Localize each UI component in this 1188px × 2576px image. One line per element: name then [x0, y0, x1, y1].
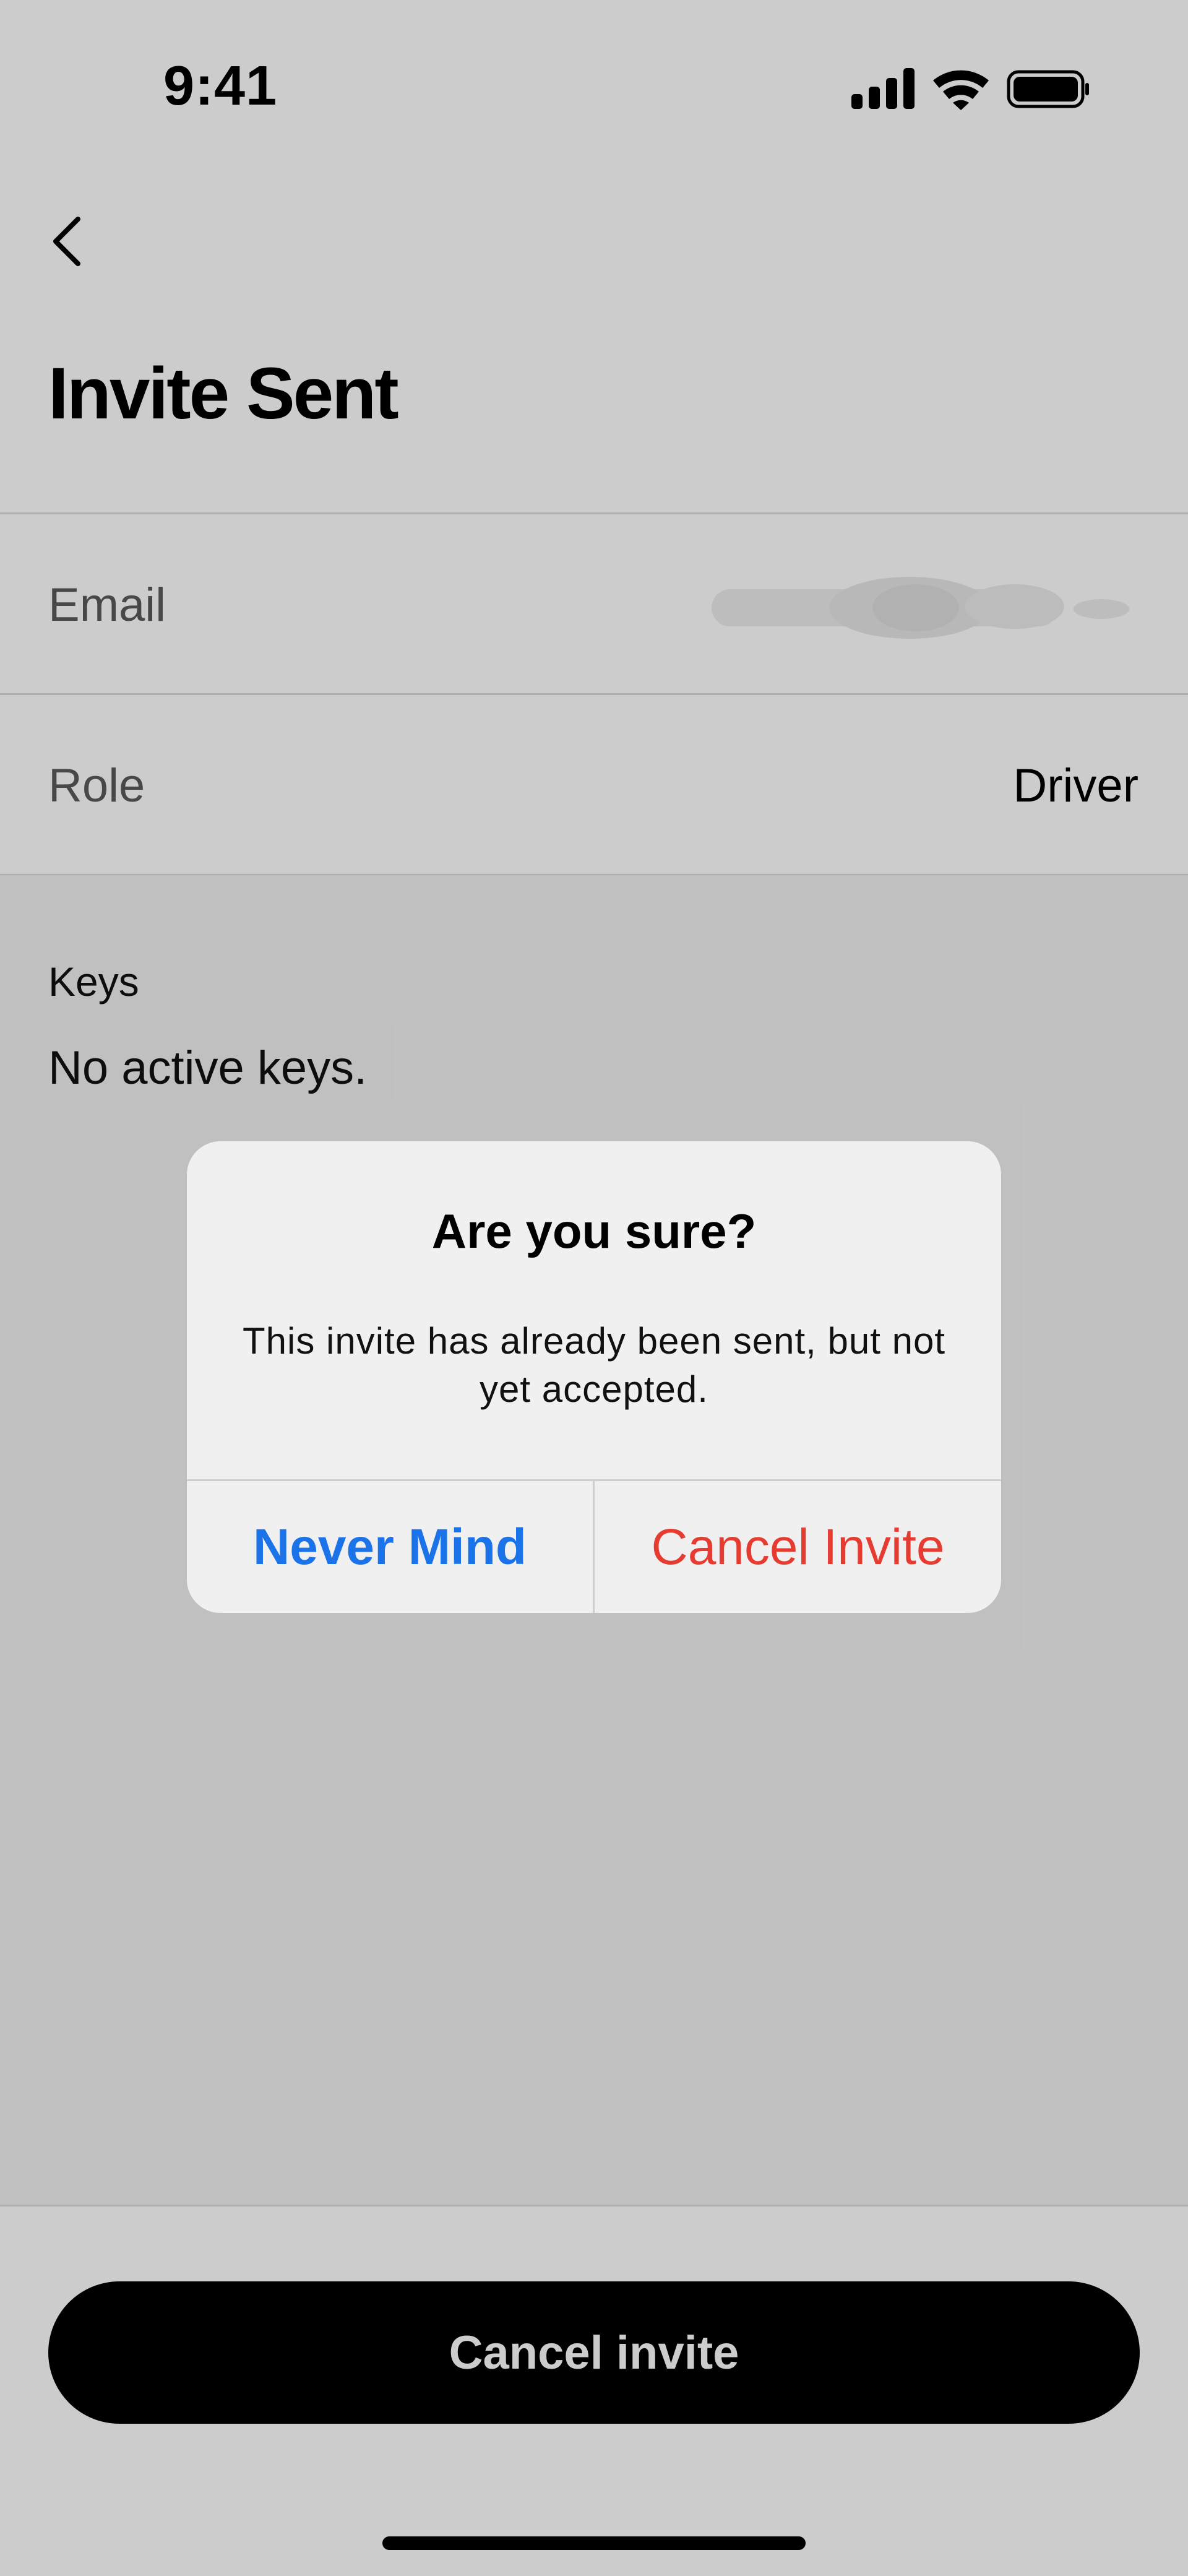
cancel-invite-confirm-button[interactable]: Cancel Invite [595, 1481, 1001, 1613]
confirm-alert: Are you sure? This invite has already be… [187, 1141, 1001, 1613]
alert-title: Are you sure? [431, 1204, 757, 1258]
never-mind-button[interactable]: Never Mind [187, 1481, 593, 1613]
alert-message: This invite has already been sent, but n… [242, 1320, 945, 1410]
